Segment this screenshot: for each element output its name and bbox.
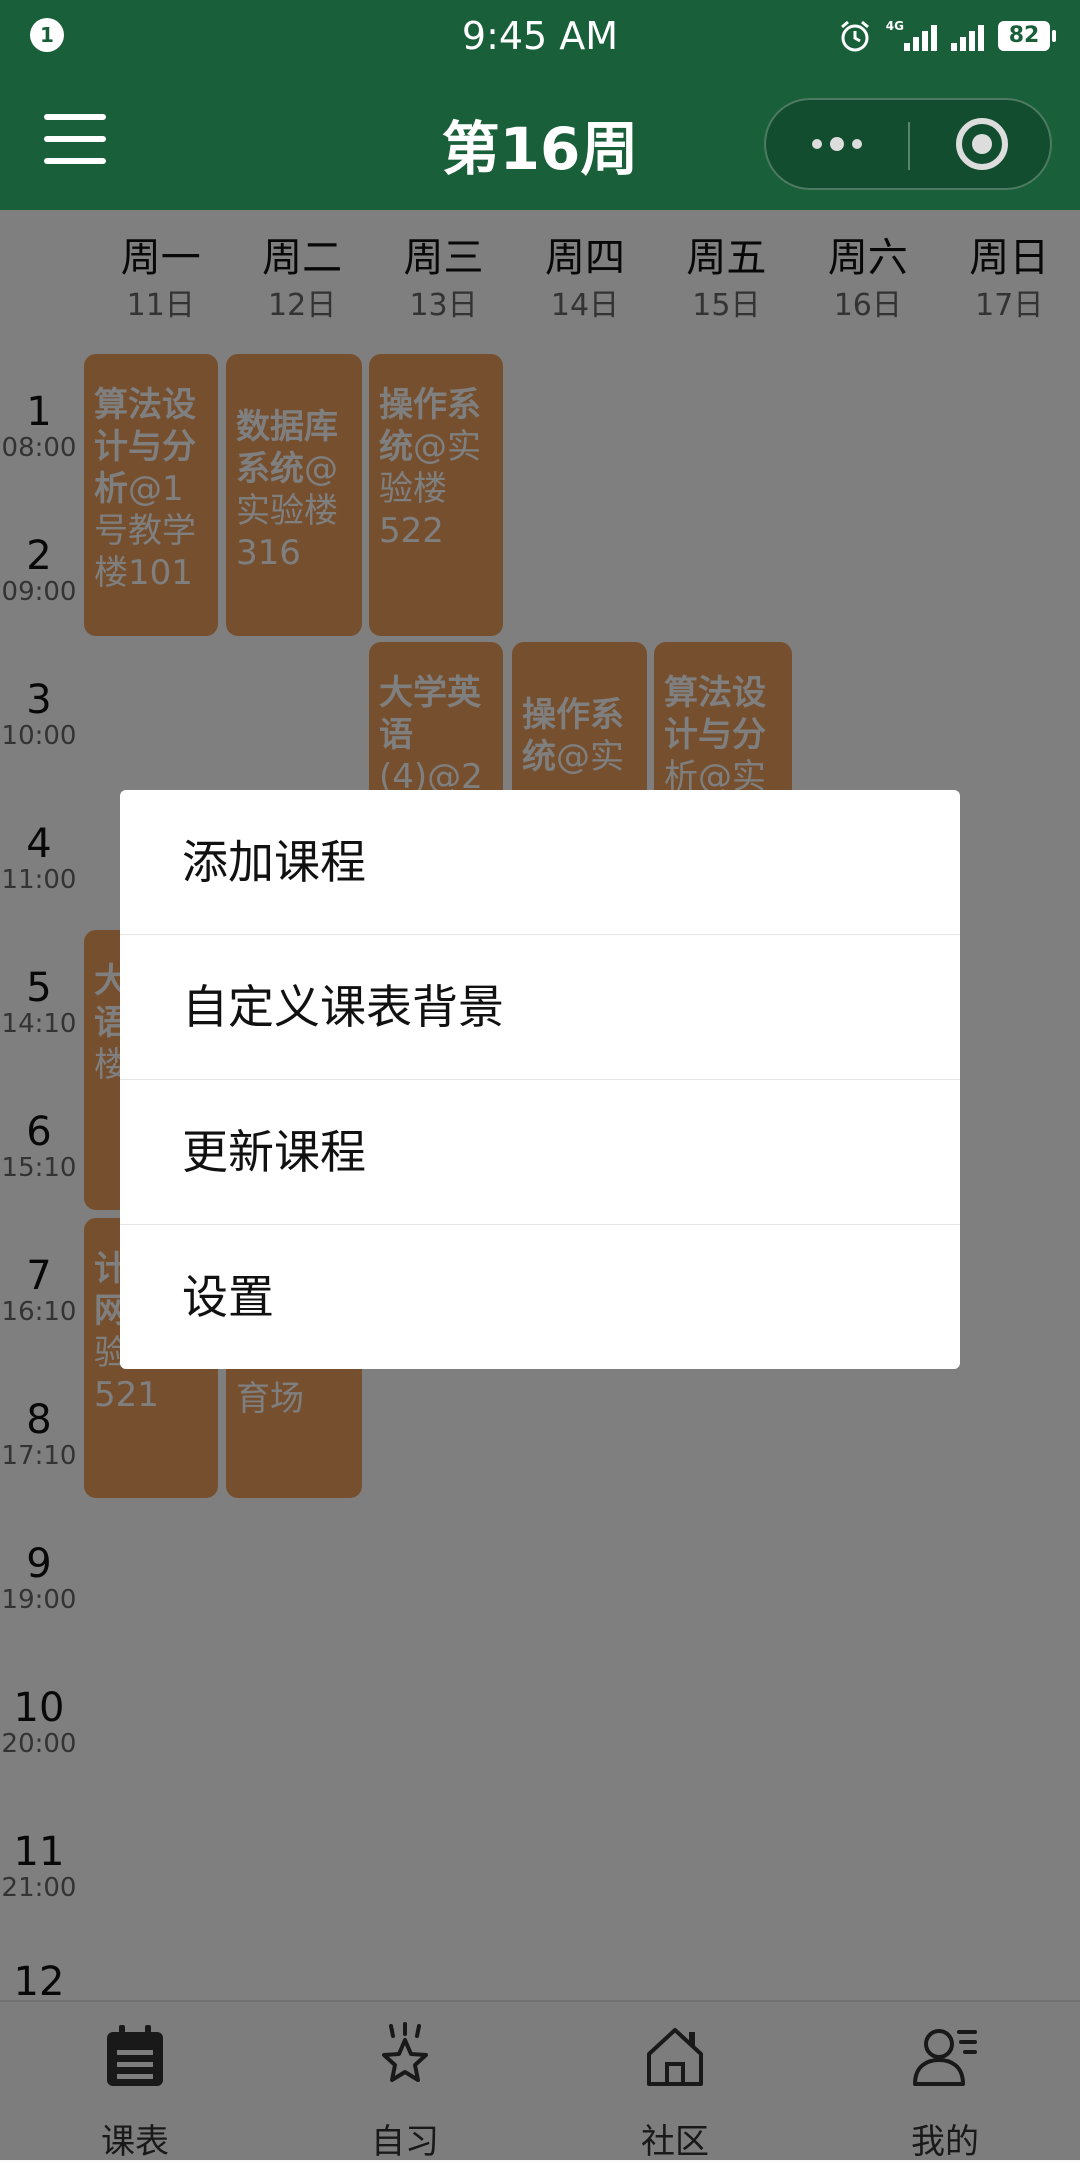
menu-item-custom-background[interactable]: 自定义课表背景 [120, 934, 960, 1079]
battery-icon: 82 [998, 21, 1056, 51]
action-menu: 添加课程 自定义课表背景 更新课程 设置 [120, 790, 960, 1369]
capsule-divider [908, 122, 910, 170]
nav-bar: 第16周 [0, 72, 1080, 210]
menu-item-add-course[interactable]: 添加课程 [120, 790, 960, 934]
menu-item-update-courses[interactable]: 更新课程 [120, 1079, 960, 1224]
alarm-icon [840, 20, 869, 52]
miniprogram-capsule [764, 98, 1052, 190]
network-type: 4G [885, 19, 904, 33]
signal-icon [904, 21, 937, 51]
signal-icon-2 [951, 21, 984, 51]
status-bar: 1 9:45 AM 4G 82 [0, 0, 1080, 72]
close-miniprogram-icon[interactable] [956, 118, 1008, 170]
status-icons: 4G 82 [838, 16, 1056, 56]
menu-item-settings[interactable]: 设置 [120, 1224, 960, 1369]
more-icon[interactable] [766, 100, 908, 188]
